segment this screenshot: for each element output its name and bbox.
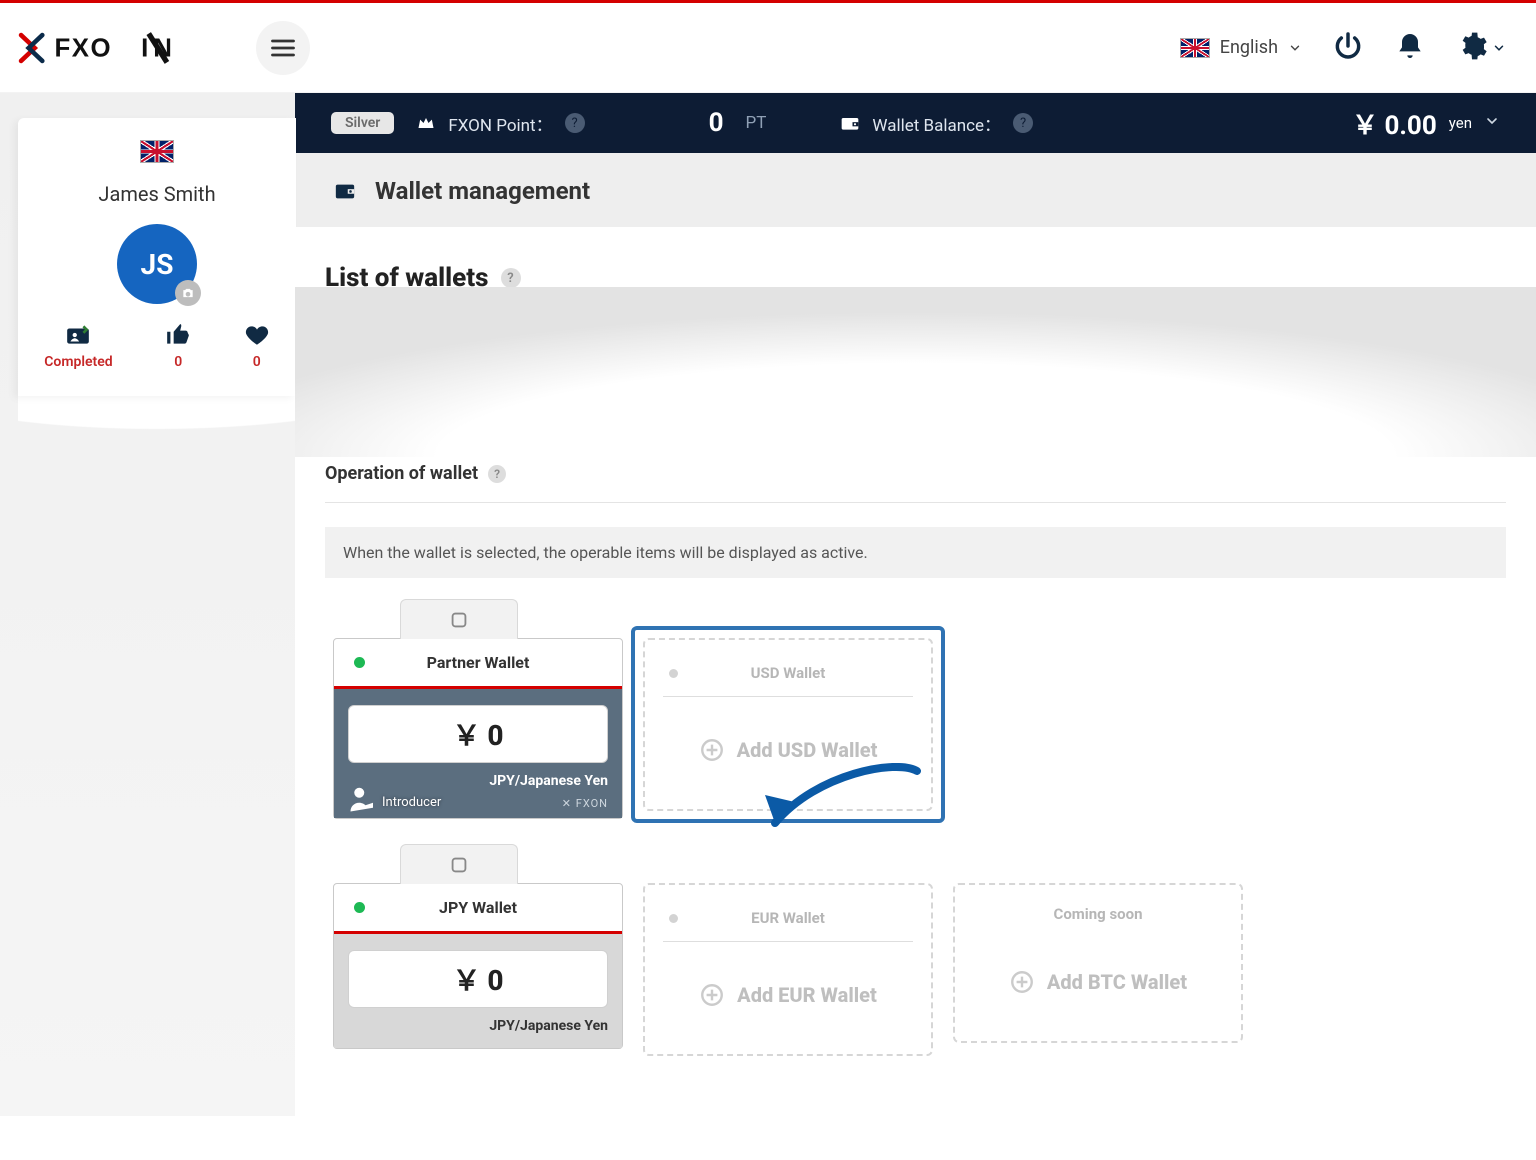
chevron-down-icon [1492,41,1506,55]
chevron-down-icon [1484,113,1500,129]
wallet-title: Coming soon [1054,905,1143,923]
plus-circle-icon [1009,969,1035,995]
notifications-button[interactable] [1394,30,1426,66]
tier-badge: Silver [331,112,394,134]
wallet-tab-button[interactable] [400,844,518,884]
info-bar: Silver FXON Point： ? 0 PT Wallet Balance… [295,93,1536,153]
id-card-icon [65,322,91,348]
balance-value: ￥ 0.00 [1352,105,1437,142]
gear-icon [1456,30,1488,62]
user-card: James Smith JS Completed 0 0 [18,118,296,396]
heart-icon [244,322,270,348]
wallet-icon [840,113,860,133]
status-dot [354,902,365,913]
brand-logo[interactable]: FXO IN [18,29,216,67]
add-btc-wallet-button: Add BTC Wallet [973,951,1223,1013]
thumbs-up-icon [165,322,191,348]
sidebar: James Smith JS Completed 0 0 [0,93,295,1116]
wallet-currency: JPY/Japanese Yen [348,1018,608,1034]
crown-icon [416,113,436,133]
wallet-tab-button[interactable] [400,599,518,639]
balance-selector[interactable]: ￥ 0.00 yen [1352,105,1500,142]
wallet-title: JPY Wallet [439,898,517,917]
help-icon[interactable]: ? [1013,113,1033,133]
uk-flag-icon [1180,38,1210,58]
operation-title: Operation of wallet [325,463,478,484]
svg-text:N: N [153,34,172,62]
add-wallet-eur[interactable]: EUR Wallet Add EUR Wallet [643,883,933,1056]
wallet-amount: ￥ 0 [348,950,608,1008]
bell-icon [1394,30,1426,62]
balance-label: Wallet Balance： [872,111,1001,136]
wallet-currency: JPY/Japanese Yen [348,773,608,789]
power-button[interactable] [1332,30,1364,66]
wallet-card-jpy[interactable]: JPY Wallet ￥ 0 JPY/Japanese Yen [333,883,623,1049]
chevron-down-icon [1288,41,1302,55]
wallet-title: Partner Wallet [427,653,530,672]
status-dot [354,657,365,668]
introducer-label: Introducer [348,795,441,810]
plus-circle-icon [699,737,725,763]
profile-status[interactable]: Completed [44,322,112,370]
power-icon [1332,30,1364,62]
svg-text:I: I [141,34,148,62]
top-bar: FXO IN English [0,3,1536,93]
wallet-title: EUR Wallet [751,909,825,927]
camera-icon [181,286,195,300]
avatar-initials: JS [141,248,174,281]
brand-mini-logo: ✕ FXON [562,797,608,810]
uk-flag-icon [140,140,174,163]
info-banner: When the wallet is selected, the operabl… [325,527,1506,578]
wallet-card-partner[interactable]: Partner Wallet ￥ 0 JPY/Japanese Yen Intr… [333,638,623,819]
user-name: James Smith [18,182,296,206]
plus-circle-icon [699,982,725,1008]
page-title: Wallet management [375,177,590,205]
decorative-wave [295,287,1536,457]
wallet-title: USD Wallet [751,664,826,682]
help-icon[interactable]: ? [565,113,585,133]
hamburger-menu-button[interactable] [256,21,310,75]
wallet-icon [331,180,359,202]
box-icon [448,854,470,876]
avatar[interactable]: JS [117,224,197,304]
point-label: FXON Point： [448,111,552,136]
likes-stat[interactable]: 0 [165,322,191,370]
wallet-amount: ￥ 0 [348,705,608,763]
favorites-count: 0 [244,354,270,370]
likes-count: 0 [165,354,191,370]
box-icon [448,609,470,631]
sidebar-curve [18,396,295,486]
add-wallet-btc: Coming soon Add BTC Wallet [953,883,1243,1043]
point-value: 0 [709,108,724,138]
balance-unit: yen [1449,114,1472,132]
favorites-stat[interactable]: 0 [244,322,270,370]
svg-text:FXO: FXO [54,34,112,62]
profile-status-label: Completed [44,354,112,370]
language-selector[interactable]: English [1180,37,1302,58]
help-icon[interactable]: ? [488,465,506,483]
content-panel: List of wallets ? Operation of wallet ? … [295,227,1536,1116]
avatar-upload-button[interactable] [175,280,201,306]
settings-menu[interactable] [1456,30,1506,66]
point-unit: PT [746,113,767,133]
add-eur-wallet-button[interactable]: Add EUR Wallet [663,964,913,1026]
person-icon [348,784,378,814]
language-label: English [1220,37,1278,58]
arrow-annotation [757,763,937,853]
main-content: Silver FXON Point： ? 0 PT Wallet Balance… [295,93,1536,1116]
help-icon[interactable]: ? [501,268,521,288]
hamburger-icon [269,34,297,62]
